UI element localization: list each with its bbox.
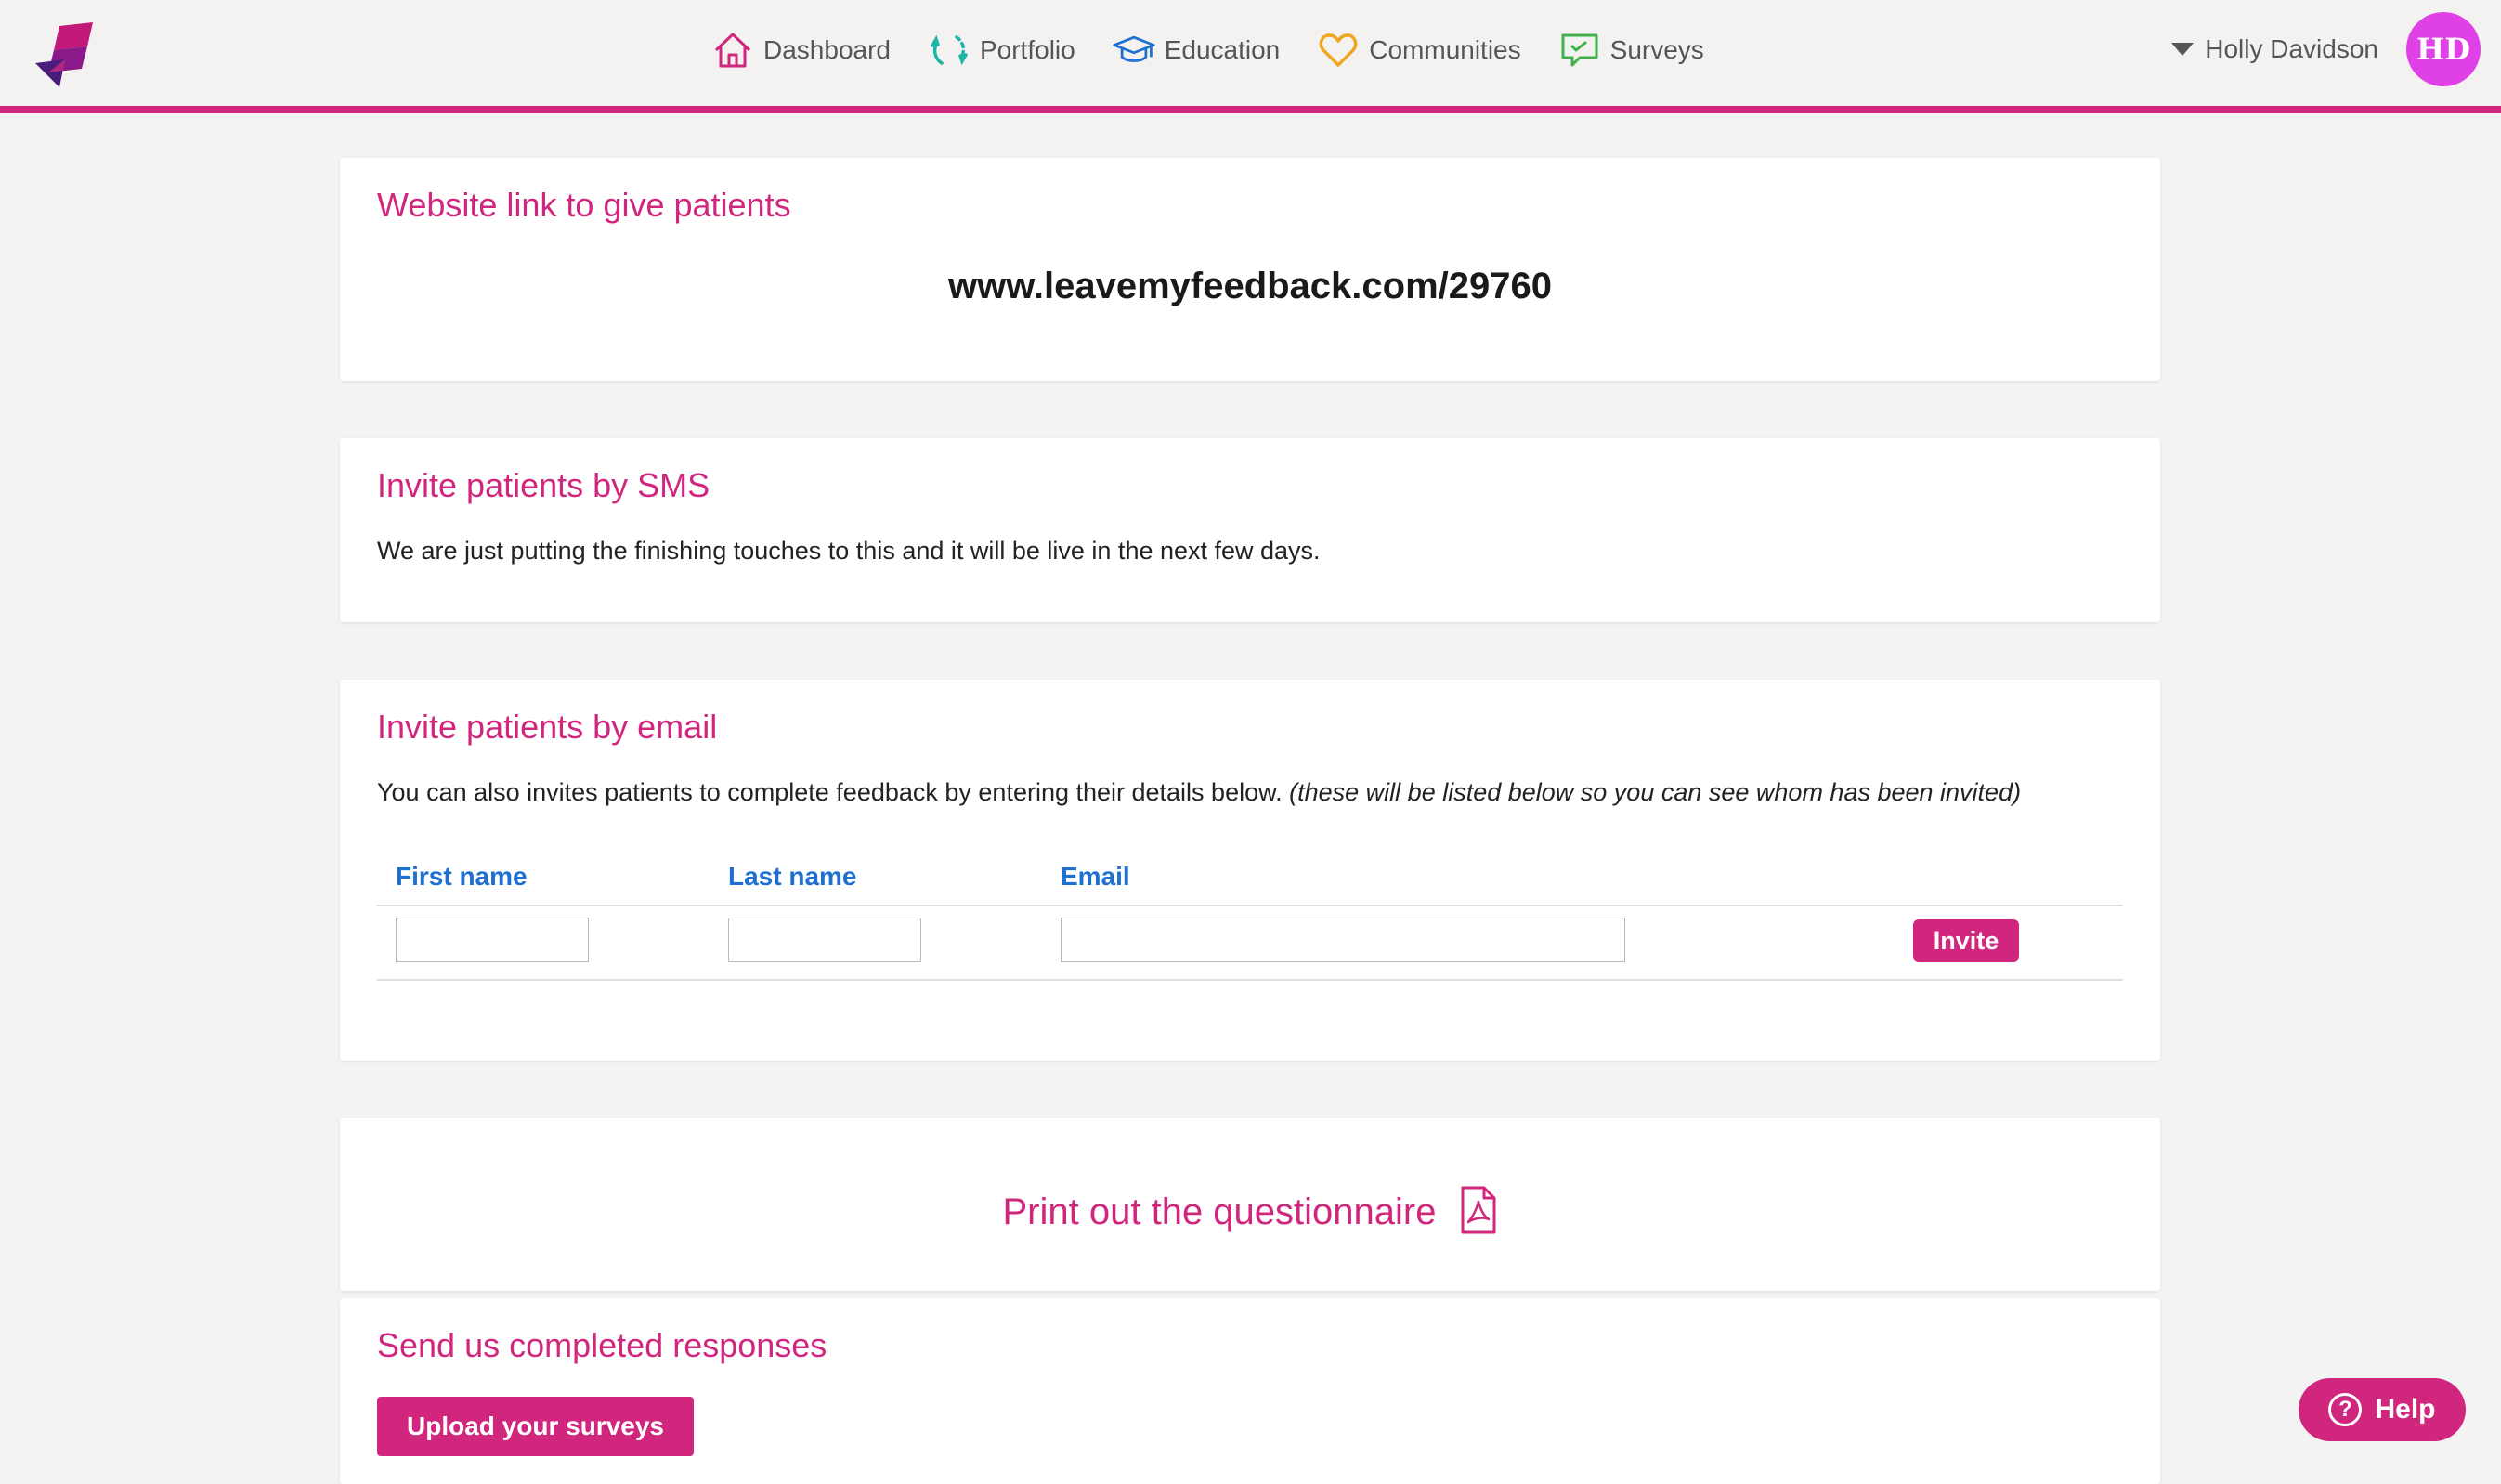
home-icon [711,29,754,72]
invite-button[interactable]: Invite [1913,919,2019,962]
question-circle-icon: ? [2328,1393,2363,1426]
top-navigation-bar: Dashboard Portfolio Education Communitie… [0,0,2501,113]
email-invite-description: You can also invites patients to complet… [377,778,1283,806]
nav-portfolio[interactable]: Portfolio [928,29,1075,72]
avatar[interactable]: HD [2406,12,2481,86]
nav-communities-label: Communities [1369,35,1521,64]
nav-portfolio-label: Portfolio [979,35,1075,64]
app-logo-icon[interactable] [32,22,97,89]
sms-invite-text: We are just putting the finishing touche… [377,537,1321,565]
invite-form-row: Invite [377,906,2123,981]
website-link-title: Website link to give patients [377,186,791,224]
email-invite-text: You can also invites patients to complet… [377,778,2021,807]
nav-surveys[interactable]: Surveys [1558,29,1704,72]
nav-dashboard[interactable]: Dashboard [711,29,891,72]
email-invite-note: (these will be listed below so you can s… [1289,778,2022,806]
upload-surveys-button[interactable]: Upload your surveys [377,1397,694,1456]
user-name[interactable]: Holly Davidson [2205,34,2378,64]
first-name-input[interactable] [396,918,589,962]
send-responses-card: Send us completed responses Upload your … [340,1298,2160,1484]
refresh-icon [928,29,970,72]
send-responses-title: Send us completed responses [377,1326,827,1364]
caret-down-icon[interactable] [2171,43,2195,56]
help-label: Help [2375,1394,2436,1425]
email-input[interactable] [1061,918,1625,962]
heart-icon [1317,29,1360,72]
chat-icon [1558,29,1601,72]
column-email: Email [1061,862,1130,891]
nav-dashboard-label: Dashboard [763,35,891,64]
nav-communities[interactable]: Communities [1317,29,1521,72]
sms-invite-card: Invite patients by SMS We are just putti… [340,438,2160,622]
column-last-name: Last name [728,862,857,891]
print-questionnaire-link[interactable]: Print out the questionnaire [340,1185,2160,1240]
invite-table-header: First name Last name Email [377,853,2123,906]
nav-education-label: Education [1164,35,1281,64]
main-nav: Dashboard Portfolio Education Communitie… [711,24,1741,76]
user-menu[interactable]: Holly Davidson HD [2171,11,2481,87]
email-invite-card: Invite patients by email You can also in… [340,680,2160,1061]
print-questionnaire-label[interactable]: Print out the questionnaire [1003,1191,1437,1233]
last-name-input[interactable] [728,918,921,962]
print-questionnaire-card: Print out the questionnaire [340,1118,2160,1291]
sms-invite-title: Invite patients by SMS [377,466,710,504]
feedback-url: www.leavemyfeedback.com/29760 [948,266,1552,306]
nav-education[interactable]: Education [1113,29,1281,72]
website-link-card: Website link to give patients www.leavem… [340,158,2160,381]
graduation-cap-icon [1113,29,1155,72]
help-button[interactable]: ? Help [2299,1378,2466,1441]
email-invite-title: Invite patients by email [377,708,718,746]
column-first-name: First name [396,862,528,891]
nav-surveys-label: Surveys [1609,35,1704,64]
pdf-file-icon[interactable] [1460,1185,1497,1240]
